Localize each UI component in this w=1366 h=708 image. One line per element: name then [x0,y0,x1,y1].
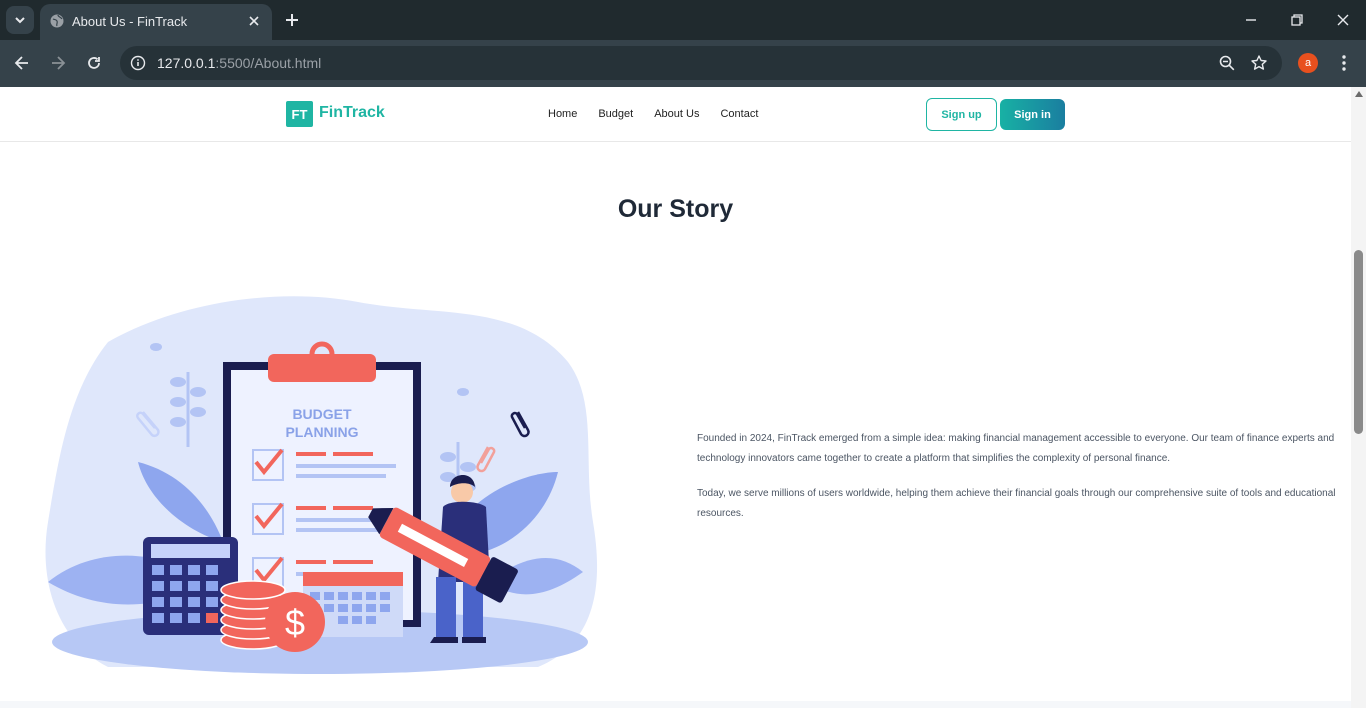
profile-avatar[interactable]: a [1298,53,1318,73]
address-bar[interactable]: 127.0.0.1:5500/About.html [120,46,1282,80]
page-viewport: FT FinTrack Home Budget About Us Contact… [0,87,1351,708]
tab-title: About Us - FinTrack [72,14,188,29]
page-title: Our Story [617,195,734,223]
budget-planning-illustration: BUDGET PLANNING $ [45,296,598,674]
nav-home[interactable]: Home [548,108,577,120]
more-menu-icon[interactable] [1334,53,1354,73]
story-paragraph-2: Today, we serve millions of users worldw… [697,488,1336,519]
reload-icon[interactable] [84,53,104,73]
illustration-heading-2: PLANNING [285,424,358,440]
clipboard-clip [268,354,376,382]
restore-icon[interactable] [1287,10,1307,30]
nav-about-us[interactable]: About Us [654,108,699,120]
logo-text[interactable]: FinTrack [319,104,385,122]
signup-button[interactable]: Sign up [926,98,997,131]
illustration-heading-1: BUDGET [292,406,352,422]
signin-button[interactable]: Sign in [1000,99,1065,130]
forward-icon[interactable] [48,53,68,73]
dollar-symbol: $ [285,602,305,643]
new-tab-icon[interactable] [282,10,302,30]
chevron-down-icon [15,17,25,24]
globe-icon [50,14,64,28]
scroll-up-arrow-icon[interactable] [1355,91,1363,97]
site-info-icon[interactable] [130,55,146,71]
logo-mark[interactable]: FT [286,101,313,127]
minimize-icon[interactable] [1241,10,1261,30]
scroll-thumb[interactable] [1354,250,1363,434]
browser-tab-bar: About Us - FinTrack [0,0,1366,40]
site-header: FT FinTrack Home Budget About Us Contact… [0,87,1351,142]
section-divider [0,701,1351,708]
bookmark-star-icon[interactable] [1250,54,1268,72]
tab-search-button[interactable] [6,6,34,34]
active-tab[interactable]: About Us - FinTrack [40,4,272,40]
page-scrollbar[interactable] [1351,87,1366,708]
url-text[interactable]: 127.0.0.1:5500/About.html [157,55,321,71]
close-tab-icon[interactable] [246,13,262,29]
browser-toolbar: 127.0.0.1:5500/About.html a [0,40,1366,87]
close-window-icon[interactable] [1333,10,1353,30]
back-icon[interactable] [12,53,32,73]
story-paragraph-1: Founded in 2024, FinTrack emerged from a… [697,433,1335,464]
nav-budget[interactable]: Budget [598,108,633,120]
main-nav: Home Budget About Us Contact [548,108,779,120]
nav-contact[interactable]: Contact [720,108,758,120]
zoom-icon[interactable] [1218,54,1236,72]
story-text: Founded in 2024, FinTrack emerged from a… [697,429,1349,539]
